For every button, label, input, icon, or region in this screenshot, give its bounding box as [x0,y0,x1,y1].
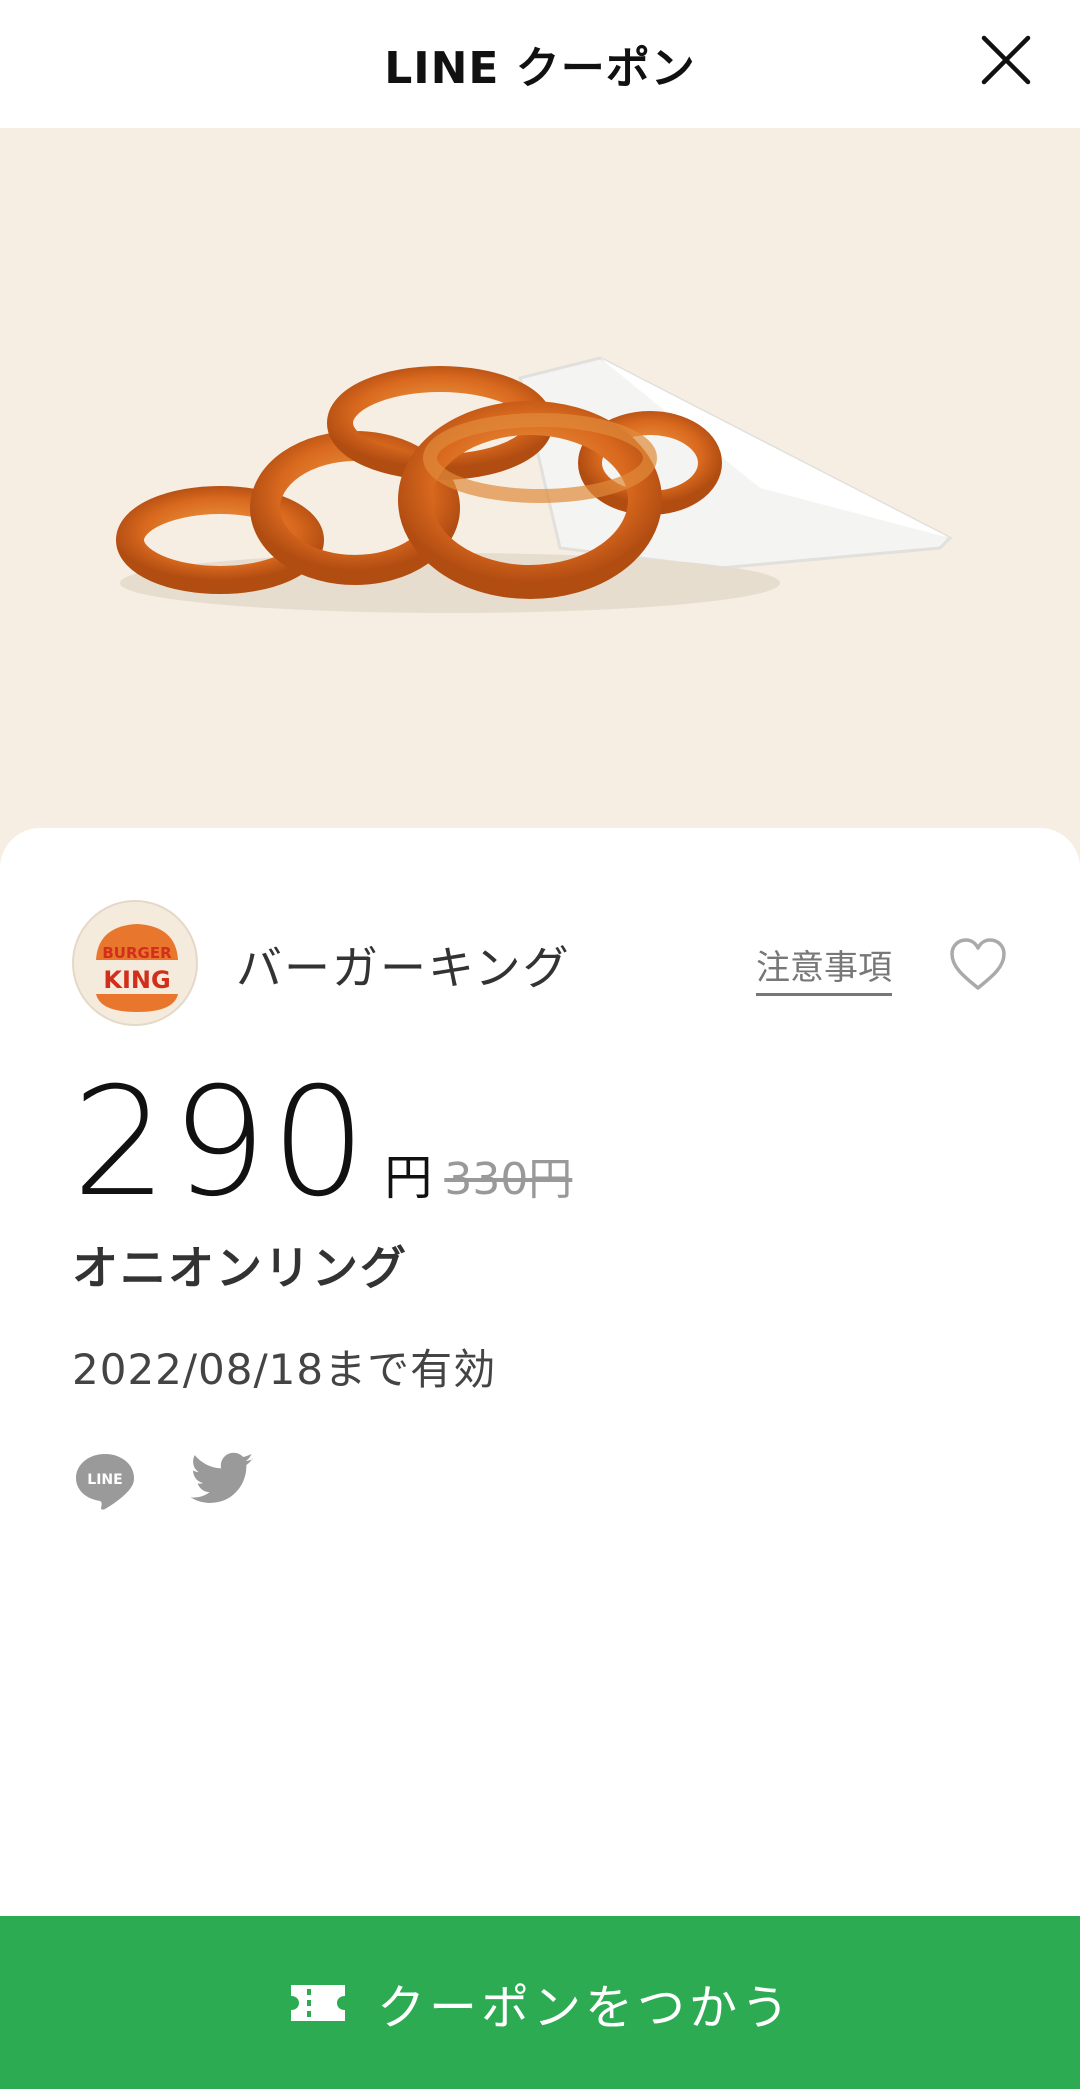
header-bar: LINE クーポン [0,0,1080,128]
use-coupon-button[interactable]: クーポンをつかう [0,1916,1080,2089]
favorite-button[interactable] [946,934,1010,994]
logo-text-top: BURGER [102,944,172,962]
brand-name: バーガーキング [236,941,571,995]
notes-link[interactable]: 注意事項 [756,940,892,996]
logo-text-bottom: KING [103,966,170,994]
price-row: 290 円 330円 [72,1056,573,1230]
price-unit: 円 [384,1150,433,1206]
line-share-button[interactable]: LINE [72,1448,138,1514]
hero-image-area [0,128,1080,868]
coupon-card: BURGER KING バーガーキング 注意事項 290 円 330円 オニオン… [0,828,1080,1918]
page-title: LINE クーポン [384,43,696,94]
twitter-share-icon [190,1452,254,1503]
product-name: オニオンリング [72,1241,408,1295]
onion-rings-photo [116,356,953,613]
close-button[interactable] [974,28,1038,92]
brand-logo: BURGER KING [72,900,198,1026]
discount-price: 290 [72,1056,371,1230]
original-price: 330円 [444,1154,573,1205]
line-icon-text: LINE [87,1472,122,1488]
ticket-icon [290,1984,345,2021]
twitter-share-button[interactable] [188,1446,256,1514]
use-coupon-label: クーポンをつかう [376,1979,793,2036]
heart-outline-icon [950,938,1006,990]
line-share-icon: LINE [76,1454,134,1510]
close-icon [981,35,1031,85]
validity-date: 2022/08/18まで有効 [72,1345,497,1394]
